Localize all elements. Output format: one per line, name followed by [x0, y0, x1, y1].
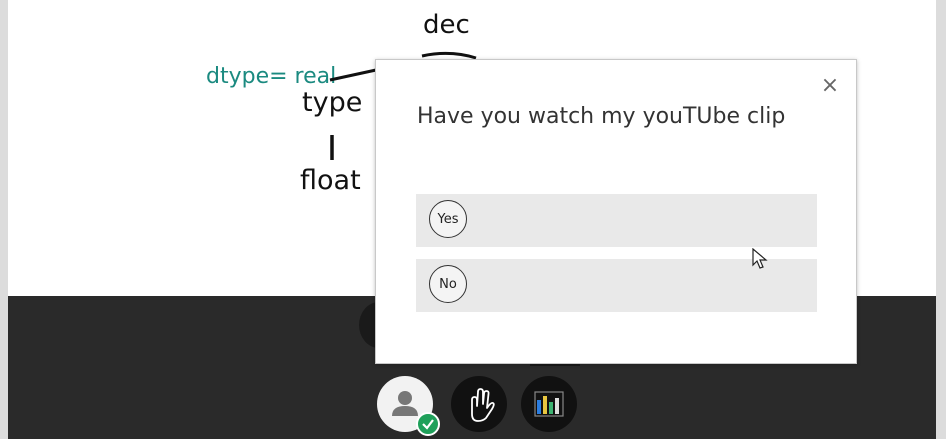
check-icon — [422, 419, 434, 430]
poll-option-yes[interactable]: Yes — [416, 194, 817, 247]
poll-chart-icon — [534, 391, 564, 417]
mouse-cursor-icon — [752, 248, 768, 269]
option-yes-label: Yes — [437, 211, 459, 227]
left-frame — [0, 0, 8, 439]
annotation-dtype: dtype= real — [206, 64, 337, 89]
option-no-circle: No — [429, 265, 467, 303]
close-button[interactable]: × — [818, 74, 842, 98]
annotation-dec: dec — [423, 10, 470, 40]
presentation-stage: dec dtype= real type float × Have you wa… — [0, 0, 946, 439]
poll-question: Have you watch my youTUbe clip — [417, 104, 786, 129]
right-frame — [936, 0, 946, 439]
raise-hand-icon — [471, 388, 495, 422]
poll-button[interactable] — [521, 376, 577, 432]
annotation-type: type — [302, 87, 363, 118]
option-yes-circle: Yes — [429, 200, 467, 238]
poll-modal: × Have you watch my youTUbe clip Yes No — [375, 59, 857, 364]
status-badge — [416, 412, 440, 436]
annotation-float: float — [300, 165, 361, 196]
option-no-label: No — [439, 276, 457, 292]
close-icon: × — [820, 73, 840, 98]
raise-hand-button[interactable] — [451, 376, 507, 432]
